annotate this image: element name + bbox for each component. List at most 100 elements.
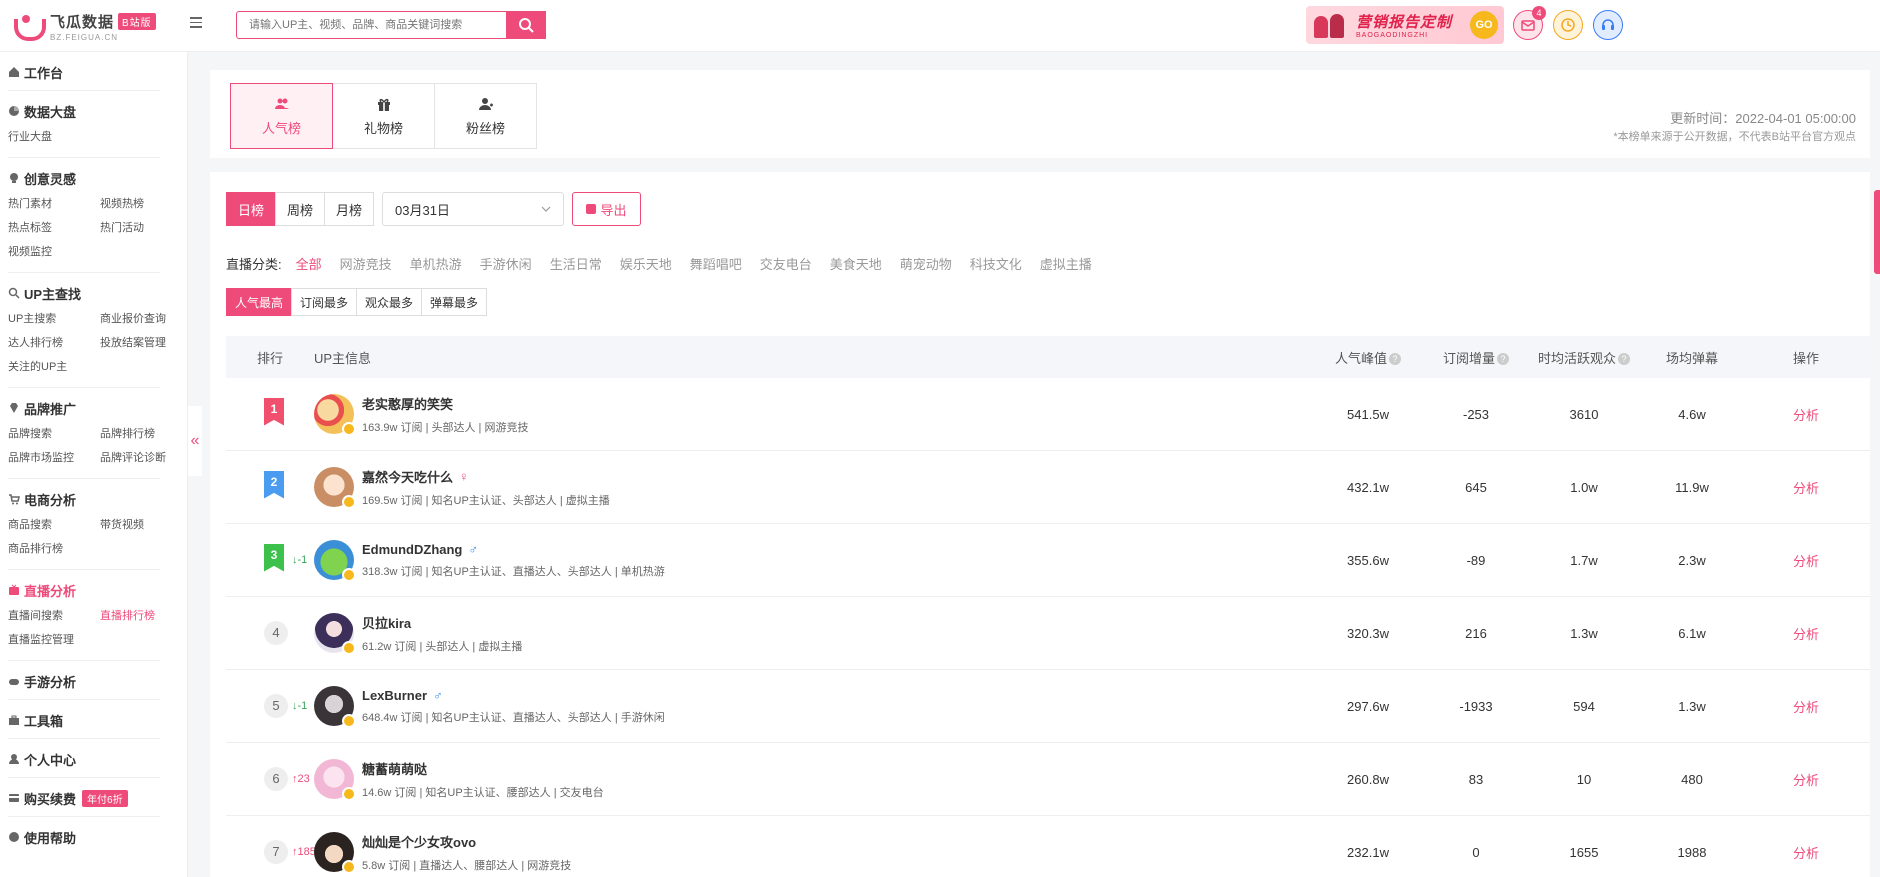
sidebar-head-up-search[interactable]: UP主查找 — [8, 283, 179, 303]
header-viewers[interactable]: 时均活跃观众? — [1530, 348, 1638, 367]
up-name[interactable]: 老实憨厚的笑笑 — [362, 394, 528, 413]
sort-tab-popularity[interactable]: 人气最高 — [226, 288, 293, 316]
avatar[interactable] — [314, 613, 356, 655]
sidebar-item-industry[interactable]: 行业大盘 — [8, 125, 100, 149]
sort-tab-subscriptions[interactable]: 订阅最多 — [291, 288, 358, 316]
analyze-link[interactable]: 分析 — [1746, 697, 1866, 716]
sidebar-item-ranking[interactable]: 达人排行榜 — [8, 331, 100, 355]
header-popularity[interactable]: 人气峰值? — [1314, 348, 1422, 367]
sidebar-item-hot-material[interactable]: 热门素材 — [8, 192, 100, 216]
sidebar-item-brand-search[interactable]: 品牌搜索 — [8, 422, 100, 446]
analyze-link[interactable]: 分析 — [1746, 843, 1866, 862]
category-item[interactable]: 科技文化 — [970, 254, 1022, 273]
history-button[interactable] — [1553, 10, 1583, 40]
avatar[interactable] — [314, 394, 356, 436]
analyze-link[interactable]: 分析 — [1746, 405, 1866, 424]
up-name[interactable]: EdmundDZhang ♂ — [362, 542, 665, 557]
scrollbar-thumb[interactable] — [1874, 190, 1880, 274]
table-row[interactable]: 3 ↓-1 EdmundDZhang ♂ 318.3w 订阅 | 知名UP主认证、… — [226, 524, 1870, 597]
category-item[interactable]: 虚拟主播 — [1040, 254, 1092, 273]
table-row[interactable]: 4 贝拉kira 61.2w 订阅 | 头部达人 | 虚拟主播 320.3w 2… — [226, 597, 1870, 670]
sort-tab-danmaku[interactable]: 弹幕最多 — [421, 288, 488, 316]
header-subs[interactable]: 订阅增量? — [1422, 348, 1530, 367]
analyze-link[interactable]: 分析 — [1746, 624, 1866, 643]
analyze-link[interactable]: 分析 — [1746, 770, 1866, 789]
sidebar-item-product-search[interactable]: 商品搜索 — [8, 513, 100, 537]
sidebar-item-brand-monitor[interactable]: 品牌市场监控 — [8, 446, 100, 470]
search-input[interactable] — [236, 11, 546, 39]
sidebar-head-mobile-game[interactable]: 手游分析 — [8, 671, 179, 691]
message-button[interactable]: 4 — [1513, 6, 1546, 40]
sidebar-item-live-monitor[interactable]: 直播监控管理 — [8, 628, 100, 652]
help-icon[interactable]: ? — [1618, 353, 1630, 366]
category-item[interactable]: 单机热游 — [410, 254, 462, 273]
category-all[interactable]: 全部 — [296, 254, 322, 273]
help-icon[interactable]: ? — [1389, 353, 1401, 366]
up-name[interactable]: 糖蓄萌萌哒 — [362, 759, 604, 778]
up-name[interactable]: 贝拉kira — [362, 613, 522, 632]
menu-collapse-icon[interactable] — [190, 17, 202, 29]
sidebar-head-purchase[interactable]: 购买续费 年付6折 — [8, 788, 179, 808]
tab-popularity[interactable]: 人气榜 — [230, 83, 333, 149]
sidebar-toggle-button[interactable]: « — [188, 406, 202, 476]
up-name[interactable]: 灿灿是个少女攻ovo — [362, 832, 571, 851]
category-item[interactable]: 生活日常 — [550, 254, 602, 273]
table-row[interactable]: 2 嘉然今天吃什么 ♀ 169.5w 订阅 | 知名UP主认证、头部达人 | 虚拟… — [226, 451, 1870, 524]
sidebar-item-video-hot[interactable]: 视频热榜 — [100, 192, 187, 216]
sidebar-item-brand-rank[interactable]: 品牌排行榜 — [100, 422, 187, 446]
promo-go-button[interactable]: GO — [1470, 11, 1498, 39]
sidebar-item-live-rank[interactable]: 直播排行榜 — [100, 604, 187, 628]
avatar[interactable] — [314, 832, 356, 874]
sidebar-item-product-rank[interactable]: 商品排行榜 — [8, 537, 100, 561]
sidebar-item-sales-video[interactable]: 带货视频 — [100, 513, 187, 537]
category-item[interactable]: 网游竞技 — [340, 254, 392, 273]
category-item[interactable]: 舞蹈唱吧 — [690, 254, 742, 273]
category-item[interactable]: 美食天地 — [830, 254, 882, 273]
customer-service-button[interactable] — [1593, 10, 1623, 40]
table-row[interactable]: 7 ↑185 灿灿是个少女攻ovo 5.8w 订阅 | 直播达人、腰部达人 | … — [226, 816, 1870, 877]
sidebar-item-hot-events[interactable]: 热门活动 — [100, 216, 187, 240]
help-icon[interactable]: ? — [1497, 353, 1509, 366]
up-name[interactable]: LexBurner ♂ — [362, 688, 665, 703]
sidebar-head-personal[interactable]: 个人中心 — [8, 749, 179, 769]
sidebar-item-followed[interactable]: 关注的UP主 — [8, 355, 100, 379]
sidebar-item-brand-comment[interactable]: 品牌评论诊断 — [100, 446, 187, 470]
sidebar-head-creative[interactable]: 创意灵感 — [8, 168, 179, 188]
sidebar-item-hot-tags[interactable]: 热点标签 — [8, 216, 100, 240]
analyze-link[interactable]: 分析 — [1746, 478, 1866, 497]
sidebar-head-workbench[interactable]: 工作台 — [8, 62, 179, 82]
analyze-link[interactable]: 分析 — [1746, 551, 1866, 570]
sidebar-item-live-search[interactable]: 直播间搜索 — [8, 604, 100, 628]
table-row[interactable]: 6 ↑23 糖蓄萌萌哒 14.6w 订阅 | 知名UP主认证、腰部达人 | 交友… — [226, 743, 1870, 816]
sidebar-item-campaign[interactable]: 投放结案管理 — [100, 331, 187, 355]
logo[interactable]: 飞瓜数据 B站版 BZ.FEIGUA.CN — [12, 10, 156, 42]
date-select[interactable]: 03月31日 — [382, 192, 564, 226]
category-item[interactable]: 交友电台 — [760, 254, 812, 273]
table-row[interactable]: 1 老实憨厚的笑笑 163.9w 订阅 | 头部达人 | 网游竞技 541.5w… — [226, 378, 1870, 451]
sidebar-head-brand[interactable]: 品牌推广 — [8, 398, 179, 418]
avatar[interactable] — [314, 686, 356, 728]
sort-tab-viewers[interactable]: 观众最多 — [356, 288, 423, 316]
period-tab-daily[interactable]: 日榜 — [226, 192, 276, 226]
tab-gift[interactable]: 礼物榜 — [332, 83, 435, 149]
tab-fans[interactable]: 粉丝榜 — [434, 83, 537, 149]
category-item[interactable]: 手游休闲 — [480, 254, 532, 273]
promo-banner[interactable]: 营销报告定制 BAOGAODINGZHI GO — [1306, 6, 1504, 44]
sidebar-head-ecommerce[interactable]: 电商分析 — [8, 489, 179, 509]
avatar[interactable] — [314, 467, 356, 509]
sidebar-item-video-monitor[interactable]: 视频监控 — [8, 240, 100, 264]
avatar[interactable] — [314, 540, 356, 582]
period-tab-weekly[interactable]: 周榜 — [275, 192, 325, 226]
category-item[interactable]: 萌宠动物 — [900, 254, 952, 273]
search-button[interactable] — [506, 11, 546, 39]
sidebar-item-up-search[interactable]: UP主搜索 — [8, 307, 100, 331]
category-item[interactable]: 娱乐天地 — [620, 254, 672, 273]
avatar[interactable] — [314, 759, 356, 801]
table-row[interactable]: 5 ↓-1 LexBurner ♂ 648.4w 订阅 | 知名UP主认证、直播达… — [226, 670, 1870, 743]
export-button[interactable]: 导出 — [572, 192, 641, 226]
sidebar-item-quote[interactable]: 商业报价查询 — [100, 307, 187, 331]
sidebar-head-toolbox[interactable]: 工具箱 — [8, 710, 179, 730]
period-tab-monthly[interactable]: 月榜 — [324, 192, 374, 226]
sidebar-head-live[interactable]: 直播分析 — [8, 580, 179, 600]
sidebar-head-dashboard[interactable]: 数据大盘 — [8, 101, 179, 121]
